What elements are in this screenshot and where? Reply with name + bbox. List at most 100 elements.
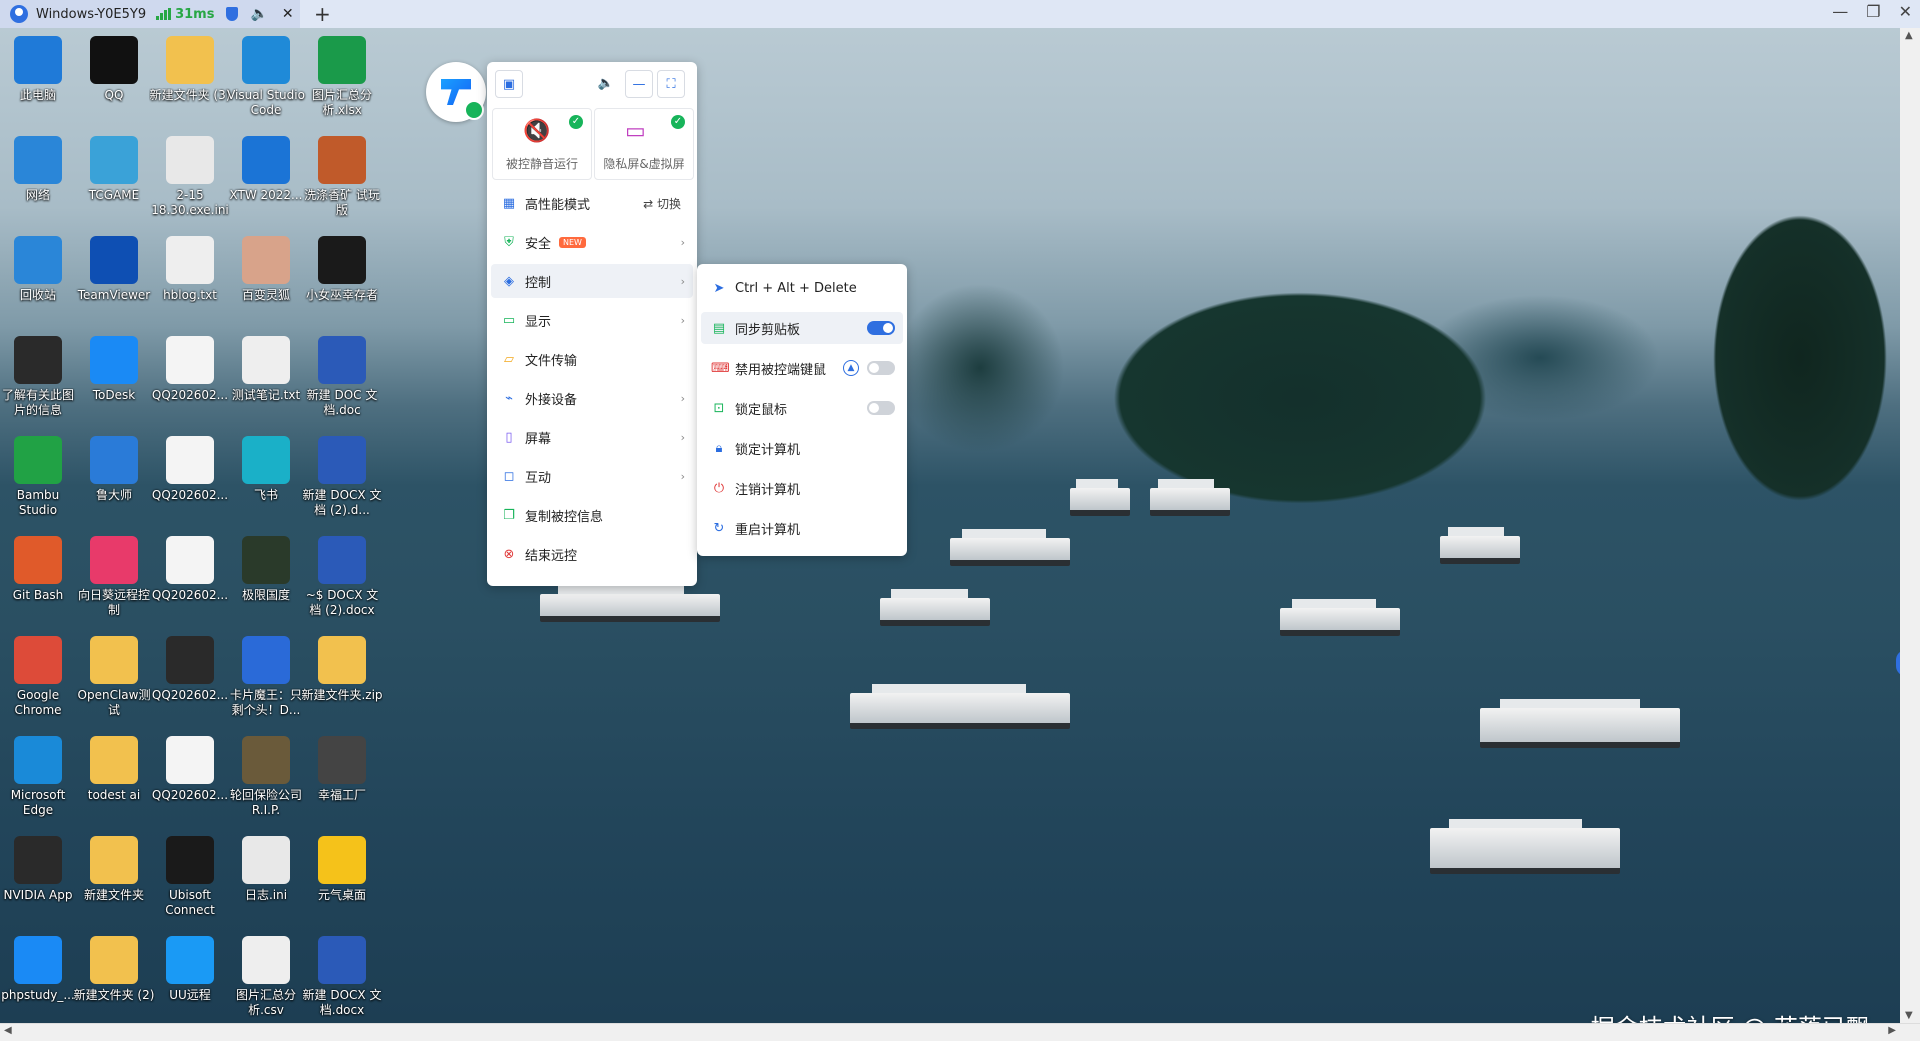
- desktop-icon[interactable]: XTW 2022...: [228, 136, 304, 203]
- scroll-right-icon[interactable]: ▶: [1888, 1025, 1896, 1036]
- desktop-icon[interactable]: Bambu Studio: [0, 436, 76, 518]
- desktop-icon[interactable]: ToDesk: [76, 336, 152, 403]
- minimize-icon[interactable]: —: [1832, 2, 1848, 21]
- desktop-icon[interactable]: 新建 DOCX 文档.docx: [303, 936, 381, 1018]
- menu-item-copy-info[interactable]: ❐ 复制被控信息: [491, 498, 693, 532]
- desktop-icon[interactable]: NVIDIA App: [0, 836, 76, 903]
- menu-item-performance[interactable]: ▦ 高性能模式 ⇄ 切换: [491, 186, 693, 220]
- desktop-icon[interactable]: 回收站: [0, 236, 76, 303]
- desktop-icon[interactable]: 洗涤香矿 试玩版: [304, 136, 380, 218]
- submenu-item-lock-mouse[interactable]: ⊡ 锁定鼠标: [701, 392, 903, 424]
- desktop-icon[interactable]: QQ: [76, 36, 152, 103]
- desktop-icon[interactable]: hblog.txt: [152, 236, 228, 303]
- desktop-icon[interactable]: QQ202602...: [152, 336, 228, 403]
- desktop-icon[interactable]: 飞书: [228, 436, 304, 503]
- restore-icon[interactable]: ❐: [1866, 2, 1880, 21]
- desktop-icon[interactable]: 网络: [0, 136, 76, 203]
- desktop-icon[interactable]: OpenClaw测 试: [76, 636, 152, 718]
- close-window-icon[interactable]: ✕: [1899, 2, 1912, 21]
- menu-item-interact[interactable]: ◻ 互动 ›: [491, 459, 693, 493]
- desktop-icon[interactable]: 小女巫幸存者: [304, 236, 380, 303]
- desktop-icon[interactable]: QQ202602...: [152, 736, 228, 803]
- volume-icon[interactable]: 🔈: [593, 70, 619, 96]
- switch-button[interactable]: ⇄ 切换: [643, 195, 681, 212]
- desktop-icon[interactable]: todest ai: [76, 736, 152, 803]
- desktop-icon[interactable]: QQ202602...: [152, 636, 228, 703]
- desktop-icon[interactable]: Git Bash: [0, 536, 76, 603]
- help-icon[interactable]: ▲: [843, 360, 859, 376]
- session-tab[interactable]: Windows-Y0E5Y9 31ms 🔈 ✕: [0, 0, 300, 28]
- desktop-icon[interactable]: 了解有关此图 片的信息: [0, 336, 76, 418]
- scroll-up-icon[interactable]: ▲: [1905, 30, 1913, 41]
- mute-card[interactable]: 🔇 ✓ 被控静音运行: [492, 108, 592, 180]
- scroll-down-icon[interactable]: ▼: [1905, 1010, 1913, 1021]
- desktop-icon[interactable]: 新建文件夹 (3): [150, 36, 230, 103]
- menu-item-display[interactable]: ▭ 显示 ›: [491, 303, 693, 337]
- lock-mouse-toggle[interactable]: [867, 401, 895, 415]
- menu-item-devices[interactable]: ⌁ 外接设备 ›: [491, 381, 693, 415]
- desktop-icon-label: hblog.txt: [163, 288, 217, 302]
- desktop-icon[interactable]: 新建文件夹: [76, 836, 152, 903]
- desktop-icon[interactable]: UU远程: [152, 936, 228, 1003]
- security-shield-icon[interactable]: [226, 7, 239, 21]
- menu-toolbar: ▣ 🔈 — ⛶: [487, 70, 697, 100]
- submenu-item-lock-computer[interactable]: 🔒︎ 锁定计算机: [701, 432, 903, 464]
- desktop-icon[interactable]: TCGAME: [76, 136, 152, 203]
- desktop-icon[interactable]: 2-15 18.30.exe.ini: [151, 136, 229, 218]
- desktop-icon[interactable]: Visual Studio Code: [227, 36, 305, 118]
- fullscreen-icon[interactable]: ⛶: [657, 70, 685, 98]
- desktop-icon[interactable]: Ubisoft Connect: [152, 836, 228, 918]
- desktop-icon[interactable]: 新建文件夹.zip: [301, 636, 383, 703]
- desktop-icon[interactable]: 图片汇总分 析.xlsx: [304, 36, 380, 118]
- scroll-left-icon[interactable]: ◀: [4, 1025, 12, 1036]
- disable-input-toggle[interactable]: [867, 361, 895, 375]
- desktop-icon[interactable]: TeamViewer: [76, 236, 152, 303]
- remote-desktop[interactable]: 此电脑 QQ 新建文件夹 (3) Visual Studio Code 图片汇总分 析.…: [0, 28, 1900, 1023]
- vertical-scrollbar[interactable]: ▲ ▼: [1900, 28, 1920, 1023]
- submenu-item-sync-clipboard[interactable]: ▤ 同步剪贴板: [701, 312, 903, 344]
- desktop-icon[interactable]: 卡片魔王：只 剩个头！D...: [228, 636, 304, 718]
- desktop-icon[interactable]: Microsoft Edge: [0, 736, 76, 818]
- submenu-item-logoff[interactable]: ⏻ 注销计算机: [701, 472, 903, 504]
- submenu-item-disable-input[interactable]: ⌨ 禁用被控端键鼠 ▲: [701, 352, 903, 384]
- horizontal-scrollbar[interactable]: ◀ ▶: [0, 1023, 1920, 1041]
- speaker-icon[interactable]: 🔈: [250, 6, 267, 22]
- sync-clipboard-toggle[interactable]: [867, 321, 895, 335]
- menu-item-end-session[interactable]: ⊗ 结束远控: [491, 537, 693, 571]
- desktop-icon[interactable]: 图片汇总分 析.csv: [228, 936, 304, 1018]
- menu-item-screen[interactable]: ▯ 屏幕 ›: [491, 420, 693, 454]
- submenu-item-restart[interactable]: ↻ 重启计算机: [701, 512, 903, 544]
- desktop-icon[interactable]: 轮回保险公司 R.I.P.: [228, 736, 304, 818]
- desktop-icon[interactable]: 向日葵远程控 制: [76, 536, 152, 618]
- desktop-icon[interactable]: 新建 DOC 文 档.doc: [304, 336, 380, 418]
- desktop-icon[interactable]: phpstudy_...: [0, 936, 76, 1003]
- desktop-icon[interactable]: 鲁大师: [76, 436, 152, 503]
- desktop-icon[interactable]: 新建 DOCX 文档 (2).d...: [303, 436, 381, 518]
- desktop-icon[interactable]: QQ202602...: [152, 536, 228, 603]
- desktop-icon[interactable]: 元气桌面: [304, 836, 380, 903]
- desktop-icon[interactable]: 此电脑: [0, 36, 76, 103]
- menu-item-file-transfer[interactable]: ▱ 文件传输: [491, 342, 693, 376]
- submenu-item-ctrl-alt-del[interactable]: ➤ Ctrl + Alt + Delete: [701, 272, 903, 304]
- git-icon: [14, 536, 62, 584]
- desktop-icon[interactable]: Google Chrome: [0, 636, 76, 718]
- desktop-icon[interactable]: 测试笔记.txt: [228, 336, 304, 403]
- desktop-icon[interactable]: QQ202602...: [152, 436, 228, 503]
- desktop-icon[interactable]: 幸福工厂: [304, 736, 380, 803]
- desktop-icon-label: NVIDIA App: [3, 888, 73, 902]
- todesk-float-icon[interactable]: [426, 62, 486, 122]
- desktop-icon[interactable]: 日志.ini: [228, 836, 304, 903]
- desktop-icon[interactable]: 新建文件夹 (2): [74, 936, 154, 1003]
- menu-item-control[interactable]: ◈ 控制 ›: [491, 264, 693, 298]
- desktop-icon[interactable]: 极限国度: [228, 536, 304, 603]
- close-tab-icon[interactable]: ✕: [282, 6, 294, 22]
- desktop-icon[interactable]: 百变灵狐: [228, 236, 304, 303]
- desktop-icon-label: Google Chrome: [14, 688, 62, 717]
- remote-screen-icon[interactable]: ▣: [495, 70, 523, 98]
- minimize-menu-icon[interactable]: —: [625, 70, 653, 98]
- privacy-screen-card[interactable]: ▭ ✓ 隐私屏&虚拟屏: [594, 108, 694, 180]
- menu-item-security[interactable]: ⛨ 安全 NEW ›: [491, 225, 693, 259]
- add-tab-button[interactable]: +: [314, 2, 331, 26]
- desktop-icon[interactable]: ~$ DOCX 文 档 (2).docx: [304, 536, 380, 618]
- desktop-icon-label: QQ202602...: [151, 588, 229, 602]
